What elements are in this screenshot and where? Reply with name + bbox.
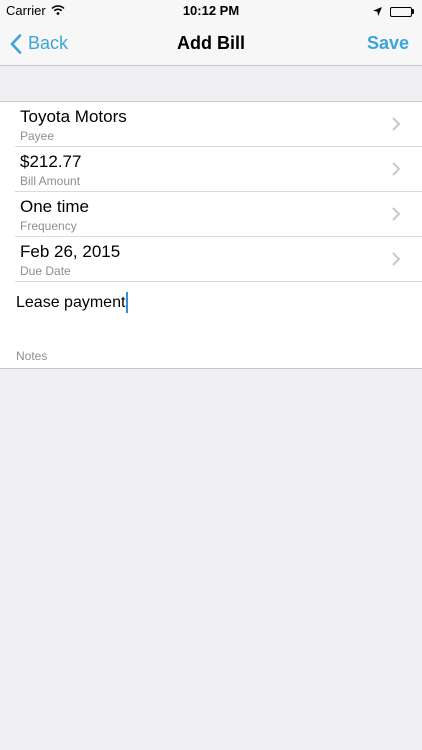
page-title: Add Bill	[177, 33, 245, 53]
bill-form: Toyota Motors Payee $212.77 Bill Amount …	[0, 101, 422, 369]
notes-label: Notes	[16, 349, 48, 363]
text-cursor	[126, 292, 129, 313]
due-date-value: Feb 26, 2015	[20, 242, 121, 261]
notes-value: Lease payment	[16, 293, 126, 311]
payee-value: Toyota Motors	[20, 107, 127, 126]
location-arrow-icon	[373, 4, 382, 19]
bill-amount-row[interactable]: $212.77 Bill Amount	[0, 147, 422, 192]
chevron-right-icon	[392, 207, 401, 226]
payee-label: Payee	[20, 129, 55, 143]
frequency-row[interactable]: One time Frequency	[0, 192, 422, 237]
chevron-right-icon	[392, 117, 401, 136]
bill-amount-label: Bill Amount	[20, 174, 81, 188]
notes-field[interactable]: Lease payment Notes	[0, 282, 422, 368]
payee-row[interactable]: Toyota Motors Payee	[0, 102, 422, 147]
notes-input[interactable]: Lease payment	[16, 292, 129, 313]
due-date-label: Due Date	[20, 264, 71, 278]
frequency-label: Frequency	[20, 219, 77, 233]
status-time: 10:12 PM	[182, 3, 240, 18]
battery-icon	[390, 6, 414, 17]
bill-amount-value: $212.77	[20, 152, 82, 171]
due-date-row[interactable]: Feb 26, 2015 Due Date	[0, 237, 422, 282]
save-button[interactable]: Save	[367, 22, 409, 65]
chevron-right-icon	[392, 162, 401, 181]
frequency-value: One time	[20, 197, 89, 216]
status-bar: Carrier 10:12 PM	[0, 0, 422, 22]
navigation-bar: Back Add Bill Save	[0, 22, 422, 66]
chevron-right-icon	[392, 252, 401, 271]
status-indicators	[373, 4, 414, 19]
